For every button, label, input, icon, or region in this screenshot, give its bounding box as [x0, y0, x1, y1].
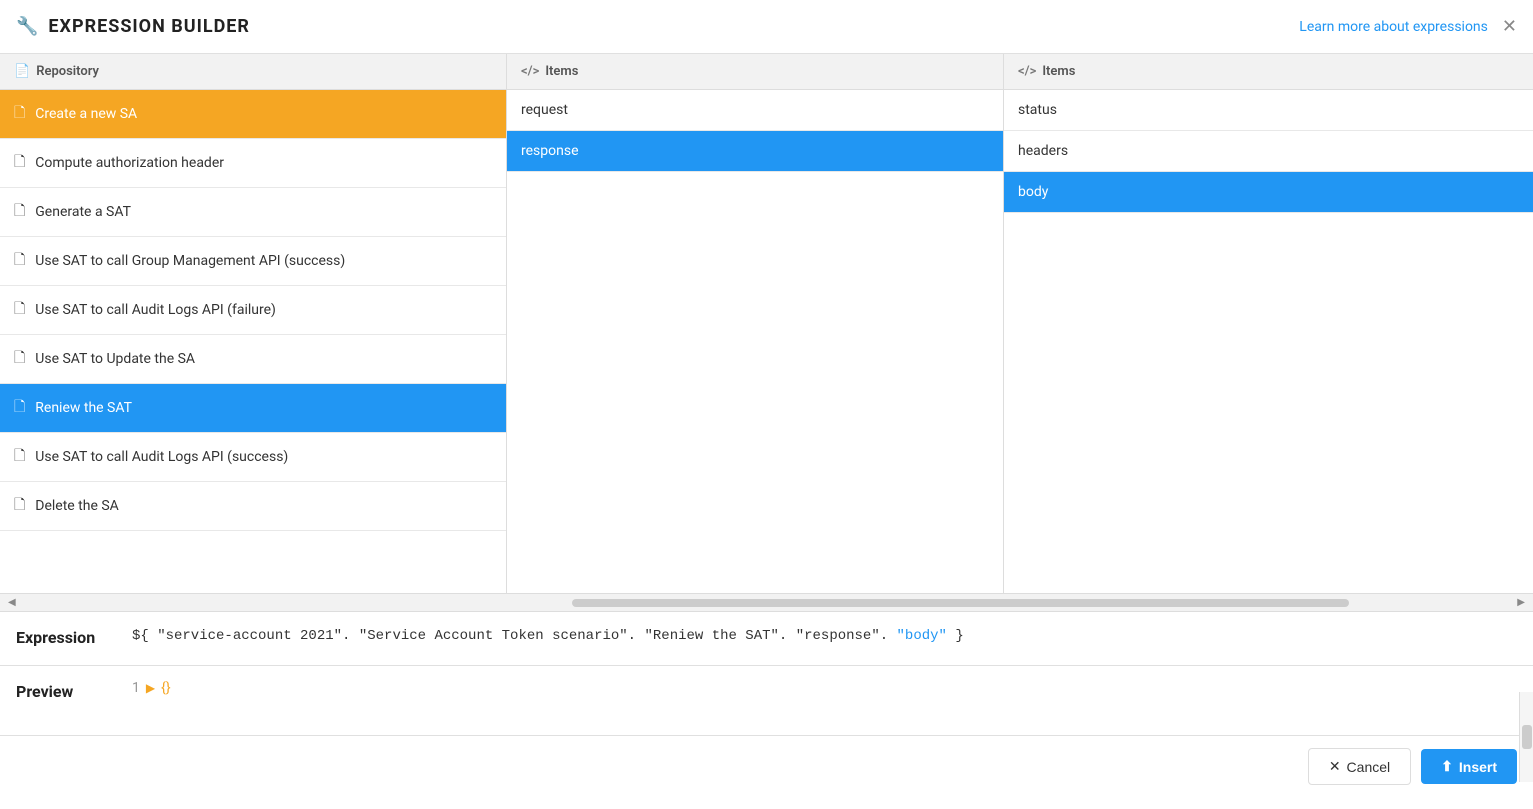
- list-item-response[interactable]: response: [507, 131, 1003, 172]
- repository-list: 🗋 Create a new SA 🗋 Compute authorization h…: [0, 90, 506, 593]
- items1-column: </> Items request response: [507, 54, 1004, 593]
- close-button[interactable]: ✕: [1502, 16, 1517, 37]
- list-item-label-create-sa: Create a new SA: [35, 106, 137, 122]
- list-item-icon-use-sat-audit-success: 🗋: [14, 445, 25, 469]
- list-item-create-sa[interactable]: 🗋 Create a new SA: [0, 90, 506, 139]
- insert-button[interactable]: ⬆ Insert: [1421, 749, 1517, 784]
- items1-column-header: </> Items: [507, 54, 1003, 90]
- list-item-icon-delete-sa: 🗋: [14, 494, 25, 518]
- list-item-icon-renew-sat: 🗋: [14, 396, 25, 420]
- repository-header-icon: 📄: [14, 64, 30, 79]
- preview-label: Preview: [16, 680, 116, 701]
- list-item-label-response: response: [521, 143, 579, 159]
- list-item-icon-create-sa: 🗋: [14, 102, 25, 126]
- wrench-icon: 🔧: [16, 16, 38, 37]
- insert-icon: ⬆: [1441, 758, 1453, 775]
- items2-list: status headers body: [1004, 90, 1533, 593]
- cancel-icon: ✕: [1329, 758, 1341, 775]
- list-item-request[interactable]: request: [507, 90, 1003, 131]
- list-item-label-generate-sat: Generate a SAT: [35, 204, 131, 220]
- cancel-label: Cancel: [1347, 759, 1391, 775]
- items1-header-label: Items: [545, 64, 578, 79]
- items1-list: request response: [507, 90, 1003, 593]
- items1-header-icon: </>: [521, 64, 539, 79]
- list-item-icon-use-sat-group: 🗋: [14, 249, 25, 273]
- list-item-icon-use-sat-update: 🗋: [14, 347, 25, 371]
- items2-header-icon: </>: [1018, 64, 1036, 79]
- list-item-label-body: body: [1018, 184, 1048, 200]
- list-item-compute-auth[interactable]: 🗋 Compute authorization header: [0, 139, 506, 188]
- list-item-label-use-sat-update: Use SAT to Update the SA: [35, 351, 195, 367]
- list-item-use-sat-audit-fail[interactable]: 🗋 Use SAT to call Audit Logs API (failure…: [0, 286, 506, 335]
- list-item-icon-use-sat-audit-fail: 🗋: [14, 298, 25, 322]
- insert-label: Insert: [1459, 759, 1497, 775]
- list-item-headers[interactable]: headers: [1004, 131, 1533, 172]
- repository-column: 📄 Repository 🗋 Create a new SA 🗋 Compute au…: [0, 54, 507, 593]
- cancel-button[interactable]: ✕ Cancel: [1308, 748, 1411, 785]
- header-right: Learn more about expressions ✕: [1299, 16, 1517, 37]
- repository-column-header: 📄 Repository: [0, 54, 506, 90]
- list-item-use-sat-group[interactable]: 🗋 Use SAT to call Group Management API (s…: [0, 237, 506, 286]
- list-item-label-use-sat-audit-success: Use SAT to call Audit Logs API (success): [35, 449, 288, 465]
- app-title: EXPRESSION BUILDER: [48, 16, 250, 37]
- preview-content: 1 ▶ {}: [132, 680, 171, 696]
- scrollbar-track: [20, 599, 1514, 607]
- columns-area: 📄 Repository 🗋 Create a new SA 🗋 Compute au…: [0, 54, 1533, 594]
- items2-header-label: Items: [1042, 64, 1075, 79]
- header: 🔧 EXPRESSION BUILDER Learn more about ex…: [0, 0, 1533, 54]
- learn-more-link[interactable]: Learn more about expressions: [1299, 19, 1488, 35]
- expression-label: Expression: [16, 626, 116, 647]
- list-item-icon-generate-sat: 🗋: [14, 200, 25, 224]
- list-item-label-request: request: [521, 102, 568, 118]
- list-item-label-use-sat-group: Use SAT to call Group Management API (su…: [35, 253, 345, 269]
- list-item-label-status: status: [1018, 102, 1057, 118]
- list-item-renew-sat[interactable]: 🗋 Reniew the SAT: [0, 384, 506, 433]
- preview-scrollbar: [1519, 692, 1533, 782]
- items2-column-header: </> Items: [1004, 54, 1533, 90]
- footer: ✕ Cancel ⬆ Insert: [0, 736, 1533, 797]
- header-left: 🔧 EXPRESSION BUILDER: [16, 16, 250, 37]
- scroll-left-icon[interactable]: ◀: [4, 597, 20, 608]
- horizontal-scrollbar-row: ◀ ▶: [0, 594, 1533, 612]
- list-item-label-use-sat-audit-fail: Use SAT to call Audit Logs API (failure): [35, 302, 276, 318]
- repository-header-label: Repository: [36, 64, 99, 79]
- list-item-status[interactable]: status: [1004, 90, 1533, 131]
- preview-scrollbar-thumb[interactable]: [1522, 725, 1532, 749]
- expression-prefix: ${ "service-account 2021". "Service Acco…: [132, 628, 897, 644]
- list-item-label-renew-sat: Reniew the SAT: [35, 400, 132, 416]
- preview-arrow-icon: ▶: [146, 681, 155, 695]
- list-item-use-sat-update[interactable]: 🗋 Use SAT to Update the SA: [0, 335, 506, 384]
- list-item-label-compute-auth: Compute authorization header: [35, 155, 224, 171]
- list-item-label-headers: headers: [1018, 143, 1068, 159]
- list-item-icon-compute-auth: 🗋: [14, 151, 25, 175]
- expression-suffix: }: [947, 628, 964, 644]
- list-item-body[interactable]: body: [1004, 172, 1533, 213]
- list-item-label-delete-sa: Delete the SA: [35, 498, 119, 514]
- expression-area: Expression ${ "service-account 2021". "S…: [0, 612, 1533, 666]
- preview-brace-icon: {}: [161, 680, 170, 696]
- preview-area: Preview 1 ▶ {}: [0, 666, 1533, 736]
- scrollbar-thumb[interactable]: [572, 599, 1349, 607]
- preview-line-number: 1: [132, 680, 140, 696]
- list-item-delete-sa[interactable]: 🗋 Delete the SA: [0, 482, 506, 531]
- expression-value: ${ "service-account 2021". "Service Acco…: [132, 626, 964, 647]
- list-item-use-sat-audit-success[interactable]: 🗋 Use SAT to call Audit Logs API (success…: [0, 433, 506, 482]
- list-item-generate-sat[interactable]: 🗋 Generate a SAT: [0, 188, 506, 237]
- scroll-right-icon[interactable]: ▶: [1513, 597, 1529, 608]
- expression-highlight: "body": [897, 628, 947, 644]
- items2-column: </> Items status headers body: [1004, 54, 1533, 593]
